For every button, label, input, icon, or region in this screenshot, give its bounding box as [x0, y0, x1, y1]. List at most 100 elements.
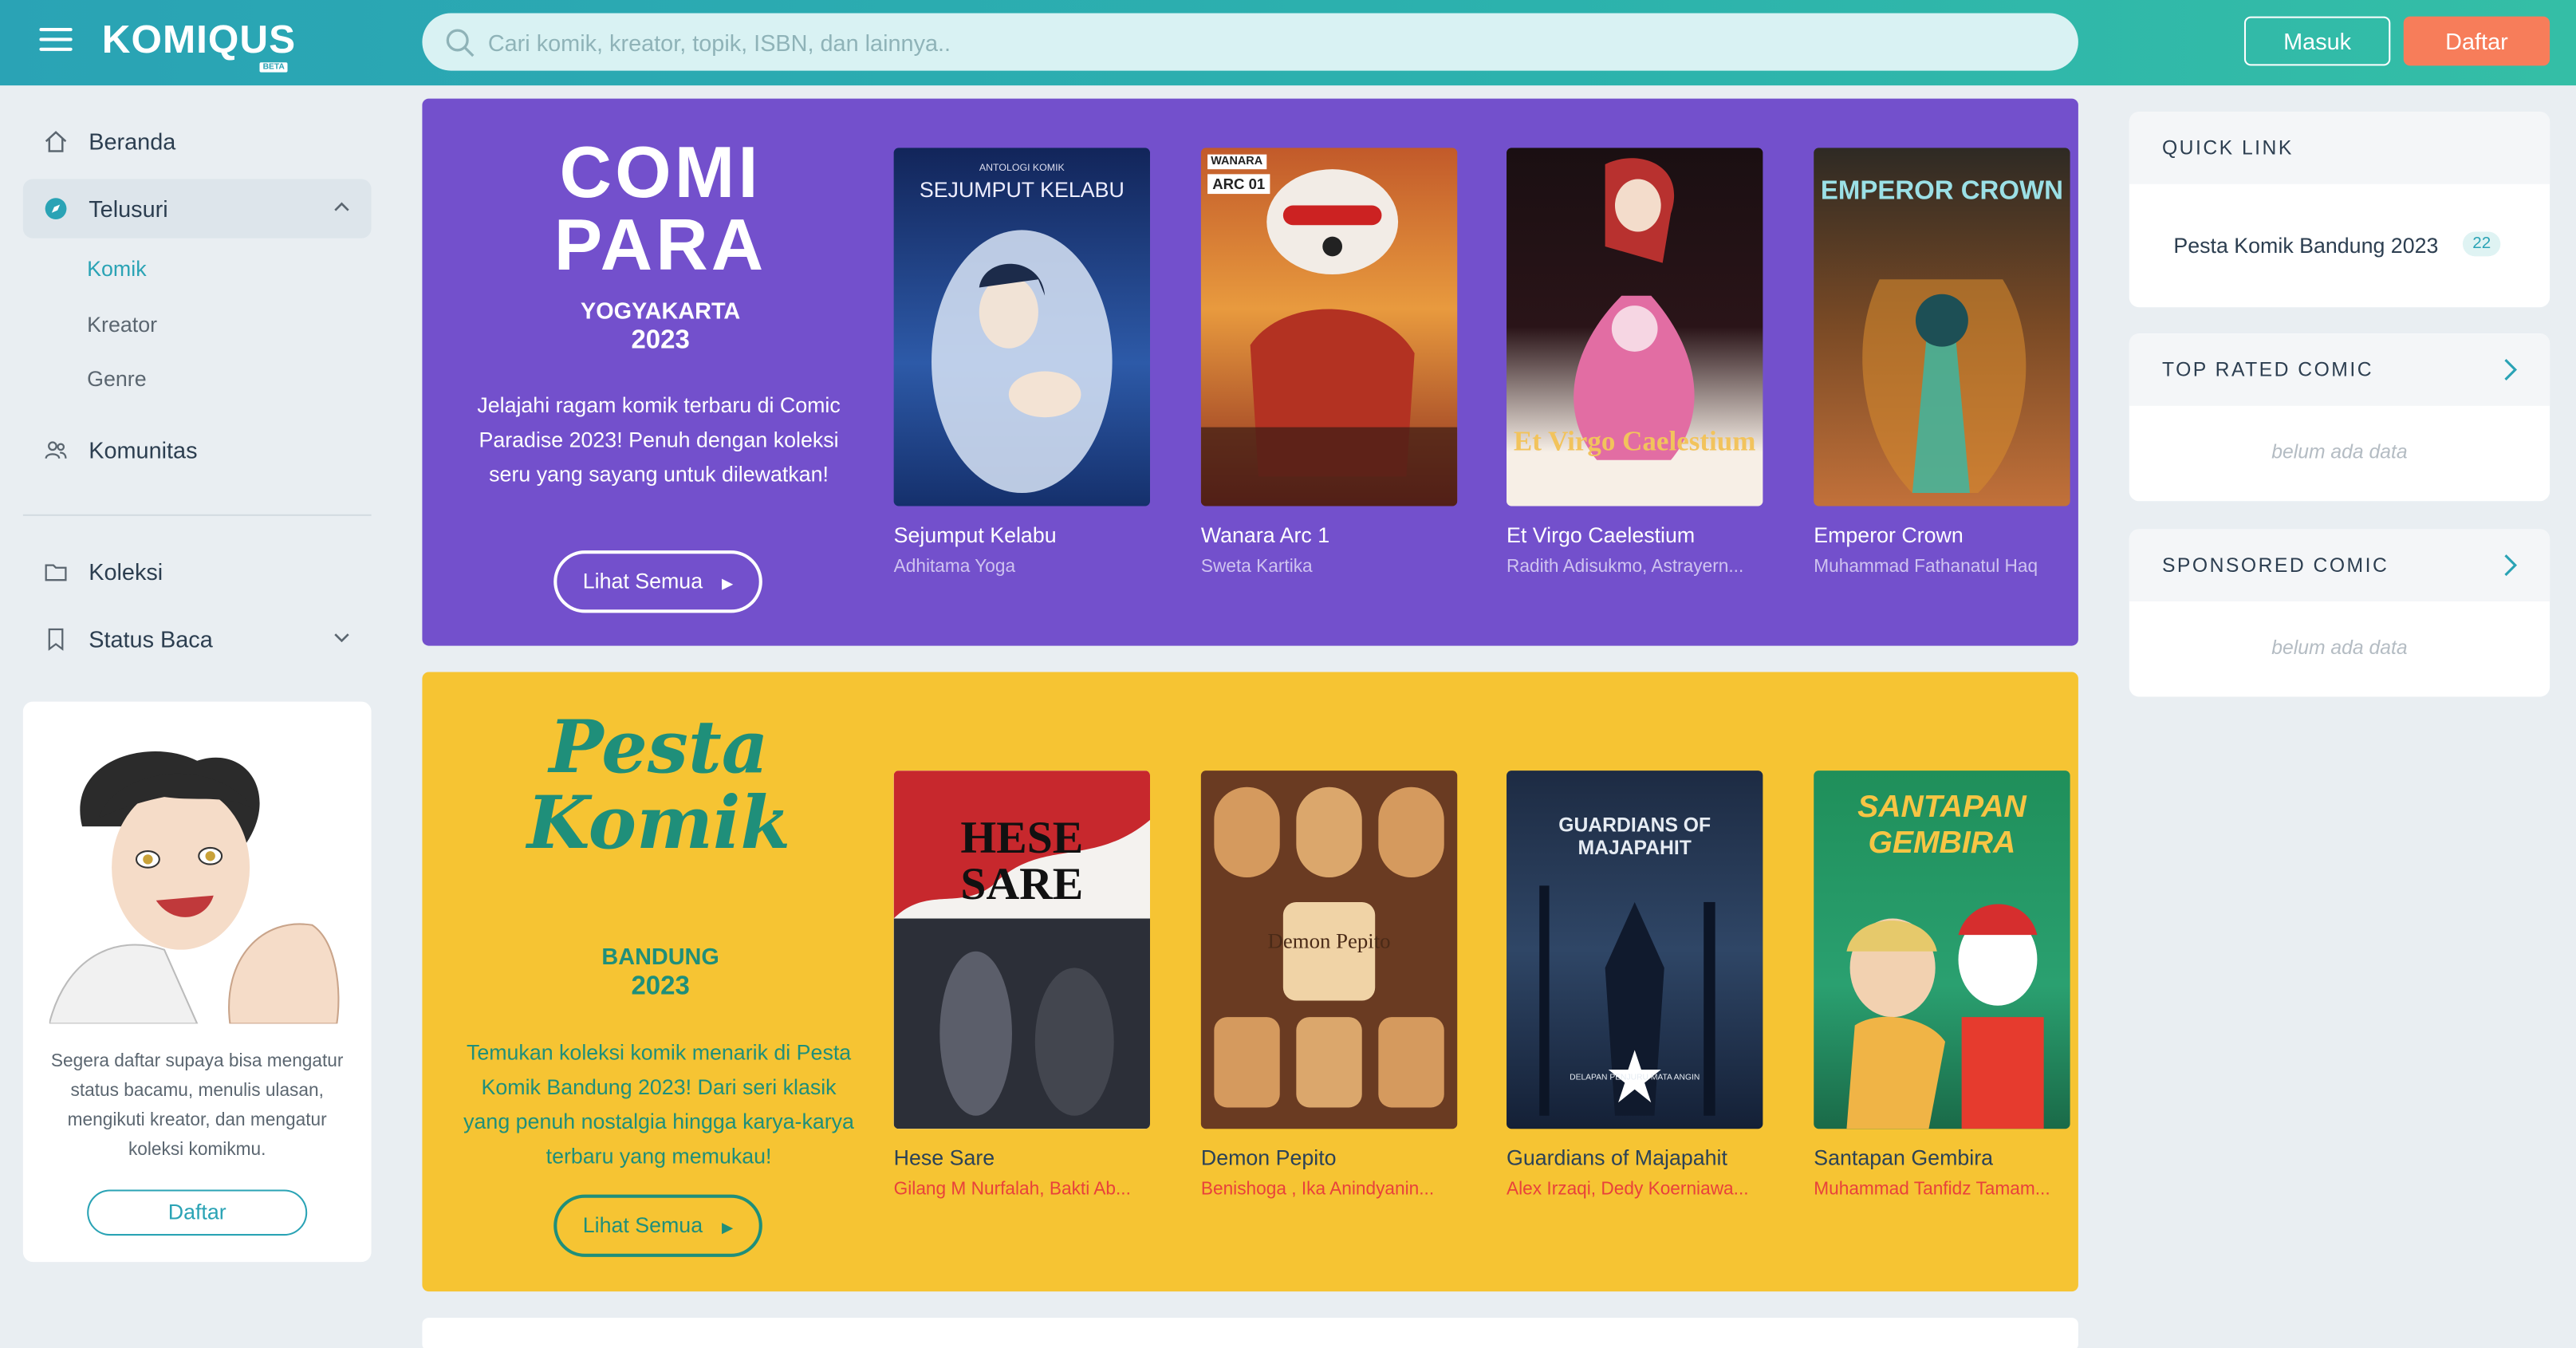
sidebar-item-label: Koleksi [89, 558, 163, 585]
comic-cover[interactable]: Demon Pepito [1200, 771, 1458, 1129]
comic-card[interactable]: HESE SARE Hese Sare Gilang M Nurfalah, B… [893, 771, 1150, 1200]
chevron-right-icon[interactable] [2500, 358, 2520, 381]
cover-title: Et Virgo Caelestium [1513, 425, 1756, 457]
cover-subtitle: DELAPAN PENJURU MATA ANGIN [1570, 1073, 1700, 1083]
section-description: Temukan koleksi komik menarik di Pesta K… [463, 1039, 854, 1169]
comic-author[interactable]: Muhammad Tanfidz Tamam... [1814, 1180, 2070, 1200]
comic-author[interactable]: Sweta Kartika [1201, 557, 1457, 577]
comic-title[interactable]: Guardians of Majapahit [1507, 1145, 1763, 1170]
brand-city: YOGYAKARTA [580, 297, 741, 324]
comic-author[interactable]: Adhitama Yoga [894, 557, 1150, 577]
comic-cover[interactable]: GUARDIANS OF MAJAPAHIT DELAPAN PENJURU M… [1507, 771, 1763, 1129]
brand-logo: COMI PARA [553, 132, 767, 286]
folder-icon [45, 564, 67, 581]
brand-line2: PARA [553, 205, 767, 286]
brand-line1: COMI [559, 132, 762, 214]
sidebar-item-komunitas[interactable]: Komunitas [23, 420, 372, 479]
sponsored-heading[interactable]: SPONSORED COMIC [2129, 529, 2550, 601]
promo-register-button[interactable]: Daftar [87, 1189, 308, 1236]
promo-illustration [49, 727, 345, 1024]
comic-title[interactable]: Et Virgo Caelestium [1507, 522, 1763, 547]
quick-link-heading: QUICK LINK [2129, 112, 2550, 184]
bookmark-icon [48, 628, 64, 651]
quick-link-item[interactable]: Pesta Komik Bandung 2023 [2173, 234, 2438, 258]
comic-title[interactable]: Hese Sare [894, 1145, 1150, 1170]
logo[interactable]: KOMIQUS [102, 18, 296, 65]
sidebar-item-koleksi[interactable]: Koleksi [23, 542, 372, 601]
sidebar-subitem-komik[interactable]: Komik [87, 256, 146, 281]
promo-text: Segera daftar supaya bisa mengatur statu… [50, 1051, 344, 1161]
search-input[interactable] [487, 29, 1967, 56]
cover-title: Demon Pepito [1267, 928, 1391, 953]
comic-card[interactable]: GUARDIANS OF MAJAPAHIT DELAPAN PENJURU M… [1507, 771, 1763, 1200]
comic-author[interactable]: Benishoga , Ika Anindyanin... [1201, 1180, 1457, 1200]
comic-title[interactable]: Demon Pepito [1201, 1145, 1457, 1170]
cover-title: SANTAPAN GEMBIRA [1857, 790, 2027, 861]
sidebar-subitem-genre[interactable]: Genre [87, 366, 146, 391]
brand-line2: Komik [526, 782, 791, 866]
comic-cover[interactable]: WANARA ARC 01 [1200, 148, 1458, 506]
section-comic-paradise: COMI PARA YOGYAKARTA 2023 Jelajahi ragam… [422, 98, 2078, 646]
brand-year: 2023 [631, 326, 690, 355]
register-button[interactable]: Daftar [2403, 16, 2550, 66]
sidebar-item-beranda[interactable]: Beranda [23, 112, 372, 171]
cover-subtitle: ANTOLOGI KOMIK [979, 164, 1065, 175]
comic-author[interactable]: Radith Adisukmo, Astrayern... [1507, 557, 1763, 577]
beta-badge: BETA [259, 62, 289, 73]
chevron-up-icon[interactable] [332, 197, 352, 217]
comic-card[interactable]: ANTOLOGI KOMIK SEJUMPUT KELABU Sejumput … [893, 148, 1150, 577]
comic-title[interactable]: Sejumput Kelabu [894, 522, 1150, 547]
top-bar: KOMIQUS BETA Masuk Daftar [0, 0, 2576, 86]
login-button[interactable]: Masuk [2243, 16, 2391, 66]
play-icon: ▶ [722, 575, 734, 592]
see-all-button[interactable]: Lihat Semua ▶ [553, 1194, 762, 1257]
comic-card[interactable]: Et Virgo Caelestium Et Virgo Caelestium … [1507, 148, 1763, 577]
comic-title[interactable]: Emperor Crown [1814, 522, 2070, 547]
section-description: Jelajahi ragam komik terbaru di Comic Pa… [477, 392, 841, 487]
comic-card[interactable]: WANARA ARC 01 Wanara Arc 1 Sweta Kartika [1200, 148, 1458, 577]
comic-card[interactable]: EMPEROR CROWN Emperor Crown Muhammad Fat… [1814, 148, 2070, 577]
compass-icon [45, 198, 67, 220]
sponsored-empty-text: belum ada data [2271, 636, 2408, 660]
comic-cover[interactable]: SANTAPAN GEMBIRA [1814, 771, 2070, 1129]
comic-author[interactable]: Muhammad Fathanatul Haq [1814, 557, 2070, 577]
sponsored-card: SPONSORED COMIC belum ada data [2129, 529, 2550, 697]
comic-card[interactable]: Demon Pepito Demon Pepito Benishoga , Ik… [1200, 771, 1458, 1200]
users-icon [45, 441, 67, 459]
sidebar-divider [22, 514, 372, 516]
sidebar-subitem-kreator[interactable]: Kreator [87, 312, 157, 337]
sidebar-item-label: Komunitas [89, 436, 198, 463]
brand-year: 2023 [631, 972, 690, 1001]
search-icon [446, 28, 475, 57]
chevron-right-icon[interactable] [2500, 554, 2520, 577]
sidebar-item-label: Telusuri [89, 195, 168, 223]
section-next [422, 1318, 2078, 1348]
sidebar-item-status-baca[interactable]: Status Baca [23, 609, 372, 668]
top-rated-heading[interactable]: TOP RATED COMIC [2129, 333, 2550, 406]
comic-cover[interactable]: EMPEROR CROWN [1814, 148, 2070, 506]
see-all-label: Lihat Semua [582, 1212, 703, 1238]
search-bar[interactable] [422, 13, 2078, 71]
see-all-button[interactable]: Lihat Semua ▶ [553, 550, 762, 613]
hamburger-menu-icon[interactable] [39, 28, 73, 54]
sidebar-item-label: Beranda [89, 128, 176, 155]
brand-logo: Pesta Komik [514, 711, 804, 863]
comic-card[interactable]: SANTAPAN GEMBIRA Santapan Gembira Muhamm… [1814, 771, 2070, 1200]
play-icon: ▶ [722, 1219, 734, 1236]
quick-link-card: QUICK LINK Pesta Komik Bandung 2023 22 [2129, 112, 2550, 308]
register-promo-card: Segera daftar supaya bisa mengatur statu… [22, 701, 372, 1263]
comic-cover[interactable]: Et Virgo Caelestium [1507, 148, 1763, 506]
comic-author[interactable]: Gilang M Nurfalah, Bakti Ab... [894, 1180, 1150, 1200]
top-rated-heading-label: TOP RATED COMIC [2161, 358, 2374, 381]
comic-cover[interactable]: ANTOLOGI KOMIK SEJUMPUT KELABU [893, 148, 1150, 506]
comic-author[interactable]: Alex Irzaqi, Dedy Koerniawa... [1507, 1180, 1763, 1200]
chevron-down-icon[interactable] [332, 628, 352, 648]
cover-title: SEJUMPUT KELABU [919, 177, 1125, 203]
comic-title[interactable]: Santapan Gembira [1814, 1145, 2070, 1170]
sidebar-item-telusuri[interactable]: Telusuri [22, 179, 372, 238]
sponsored-heading-label: SPONSORED COMIC [2161, 554, 2389, 577]
section-pesta-komik: Pesta Komik BANDUNG 2023 Temukan koleksi… [422, 672, 2078, 1292]
comic-title[interactable]: Wanara Arc 1 [1201, 522, 1457, 547]
comic-cover[interactable]: HESE SARE [893, 771, 1150, 1129]
quick-link-count-badge: 22 [2462, 231, 2501, 257]
